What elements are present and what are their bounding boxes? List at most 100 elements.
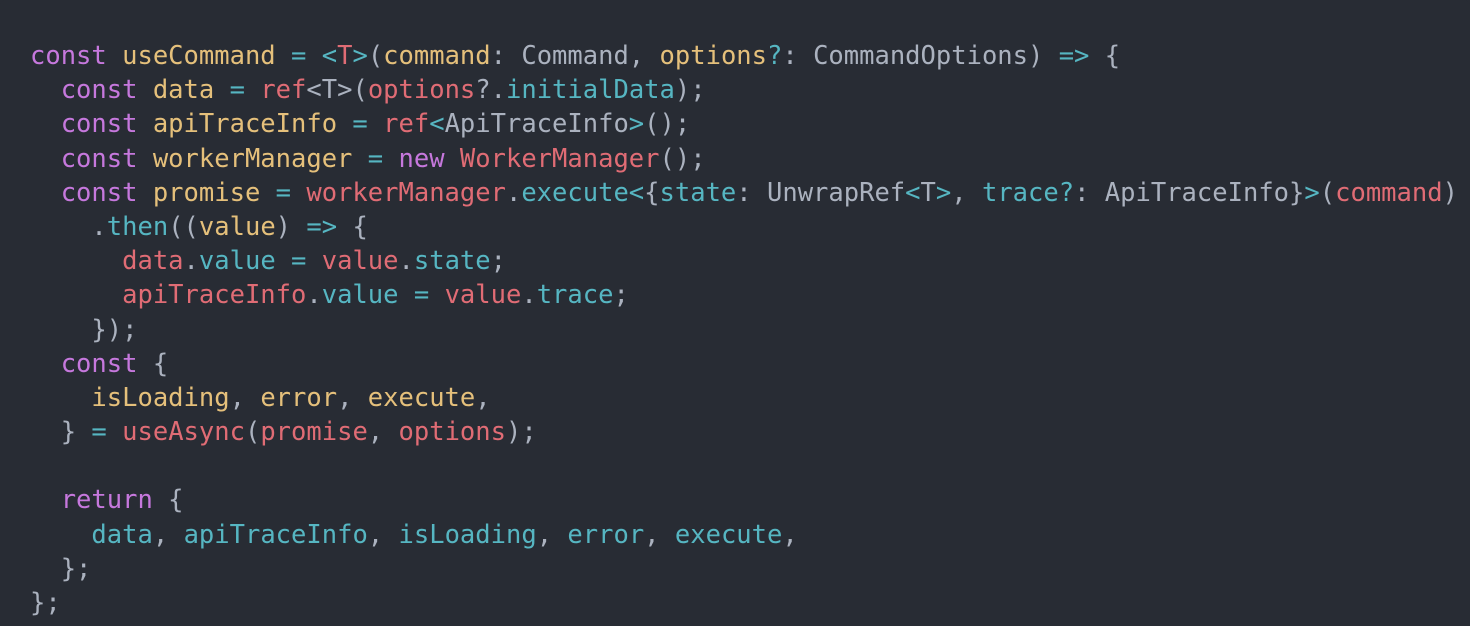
code-token: data [122, 246, 184, 277]
code-token: < [429, 109, 445, 140]
code-token: => [306, 211, 338, 242]
code-token: { [1089, 41, 1121, 71]
code-token: new [398, 143, 460, 174]
code-token: options [659, 41, 767, 71]
code-token: WorkerManager [459, 143, 660, 174]
code-line: }; [30, 552, 1470, 586]
code-line: } = useAsync(promise, options); [30, 415, 1470, 449]
code-token: state [413, 246, 491, 277]
code-line: const data = ref<T>(options?.initialData… [30, 73, 1470, 107]
code-token: value [198, 246, 276, 277]
code-token: const [30, 143, 153, 174]
code-token: = [367, 143, 384, 174]
code-token: const [30, 41, 123, 71]
code-token: : Command, [490, 41, 660, 71]
code-token: { [644, 177, 660, 208]
code-token: isLoading [91, 382, 230, 413]
code-token: command [383, 41, 491, 71]
code-token: ); [505, 417, 537, 448]
code-token: apiTraceInfo [152, 109, 338, 140]
code-token: > [1304, 177, 1320, 208]
code-line: const useCommand = <T>(command: Command,… [30, 39, 1470, 73]
code-token: value [321, 246, 399, 277]
code-line: data.value = value.state; [30, 244, 1470, 278]
code-token: trace [981, 177, 1059, 208]
code-token: ) [1442, 177, 1458, 208]
code-token: execute [674, 519, 783, 550]
code-token: . [183, 246, 199, 277]
code-token: ( [367, 41, 384, 71]
code-token: = [352, 109, 368, 140]
code-token: (); [659, 143, 706, 174]
code-token: = [229, 75, 245, 106]
code-token: , [644, 519, 675, 550]
code-token: => [1058, 41, 1090, 71]
code-token: ?. [475, 75, 506, 106]
code-token: , [367, 519, 399, 550]
code-token: ; [490, 246, 506, 277]
code-token: promise [260, 417, 368, 448]
code-line: apiTraceInfo.value = value.trace; [30, 278, 1470, 312]
code-line: }; [30, 586, 1470, 620]
code-token: workerManager [306, 177, 506, 208]
code-token: command [1335, 177, 1443, 208]
code-token: (( [168, 211, 199, 242]
code-token: useAsync [122, 417, 245, 448]
code-token: <T>( [306, 75, 368, 106]
code-token: data [91, 519, 153, 550]
code-token: useCommand [122, 41, 276, 71]
code-token: execute [367, 382, 476, 413]
code-token: ( [1319, 177, 1336, 208]
code-token: apiTraceInfo [183, 519, 368, 550]
code-token: initialData [506, 75, 675, 106]
code-token: . [521, 280, 537, 311]
code-token: , [782, 519, 798, 550]
code-token: apiTraceInfo [122, 280, 307, 311]
code-token: T [920, 177, 936, 208]
code-token: ; [613, 280, 629, 311]
code-line: const workerManager = new WorkerManager(… [30, 142, 1470, 176]
code-token: > [935, 177, 952, 208]
code-token: }; [30, 553, 92, 584]
code-token: = [291, 246, 307, 277]
code-token: error [567, 519, 645, 550]
code-token: , [475, 382, 491, 413]
code-token: state [659, 177, 737, 208]
code-token: . [30, 211, 107, 242]
code-token: ref [383, 109, 430, 140]
code-token: , [152, 519, 184, 550]
code-token: . [398, 246, 414, 277]
code-token: ref [260, 75, 307, 106]
code-token: { [168, 485, 184, 516]
code-token: { [152, 348, 169, 379]
code-line: }); [30, 313, 1470, 347]
code-token: , [229, 382, 261, 413]
code-token: trace [536, 280, 614, 311]
code-token: ? [1058, 177, 1075, 208]
code-token: , [536, 519, 568, 550]
code-token: > [352, 41, 368, 71]
code-token: ) [275, 211, 307, 242]
code-token: promise [152, 177, 261, 208]
code-token: value [198, 211, 276, 242]
code-token: , [951, 177, 982, 208]
code-token: const [30, 177, 153, 208]
code-token: , [337, 382, 368, 413]
code-token: value [444, 280, 522, 311]
code-token: const [30, 109, 153, 140]
code-token: ApiTraceInfo [444, 109, 629, 140]
code-lines: const useCommand = <T>(command: Command,… [30, 39, 1470, 620]
code-token: : ApiTraceInfo} [1074, 177, 1305, 208]
code-token: > [628, 109, 645, 140]
code-token: const [30, 348, 153, 379]
